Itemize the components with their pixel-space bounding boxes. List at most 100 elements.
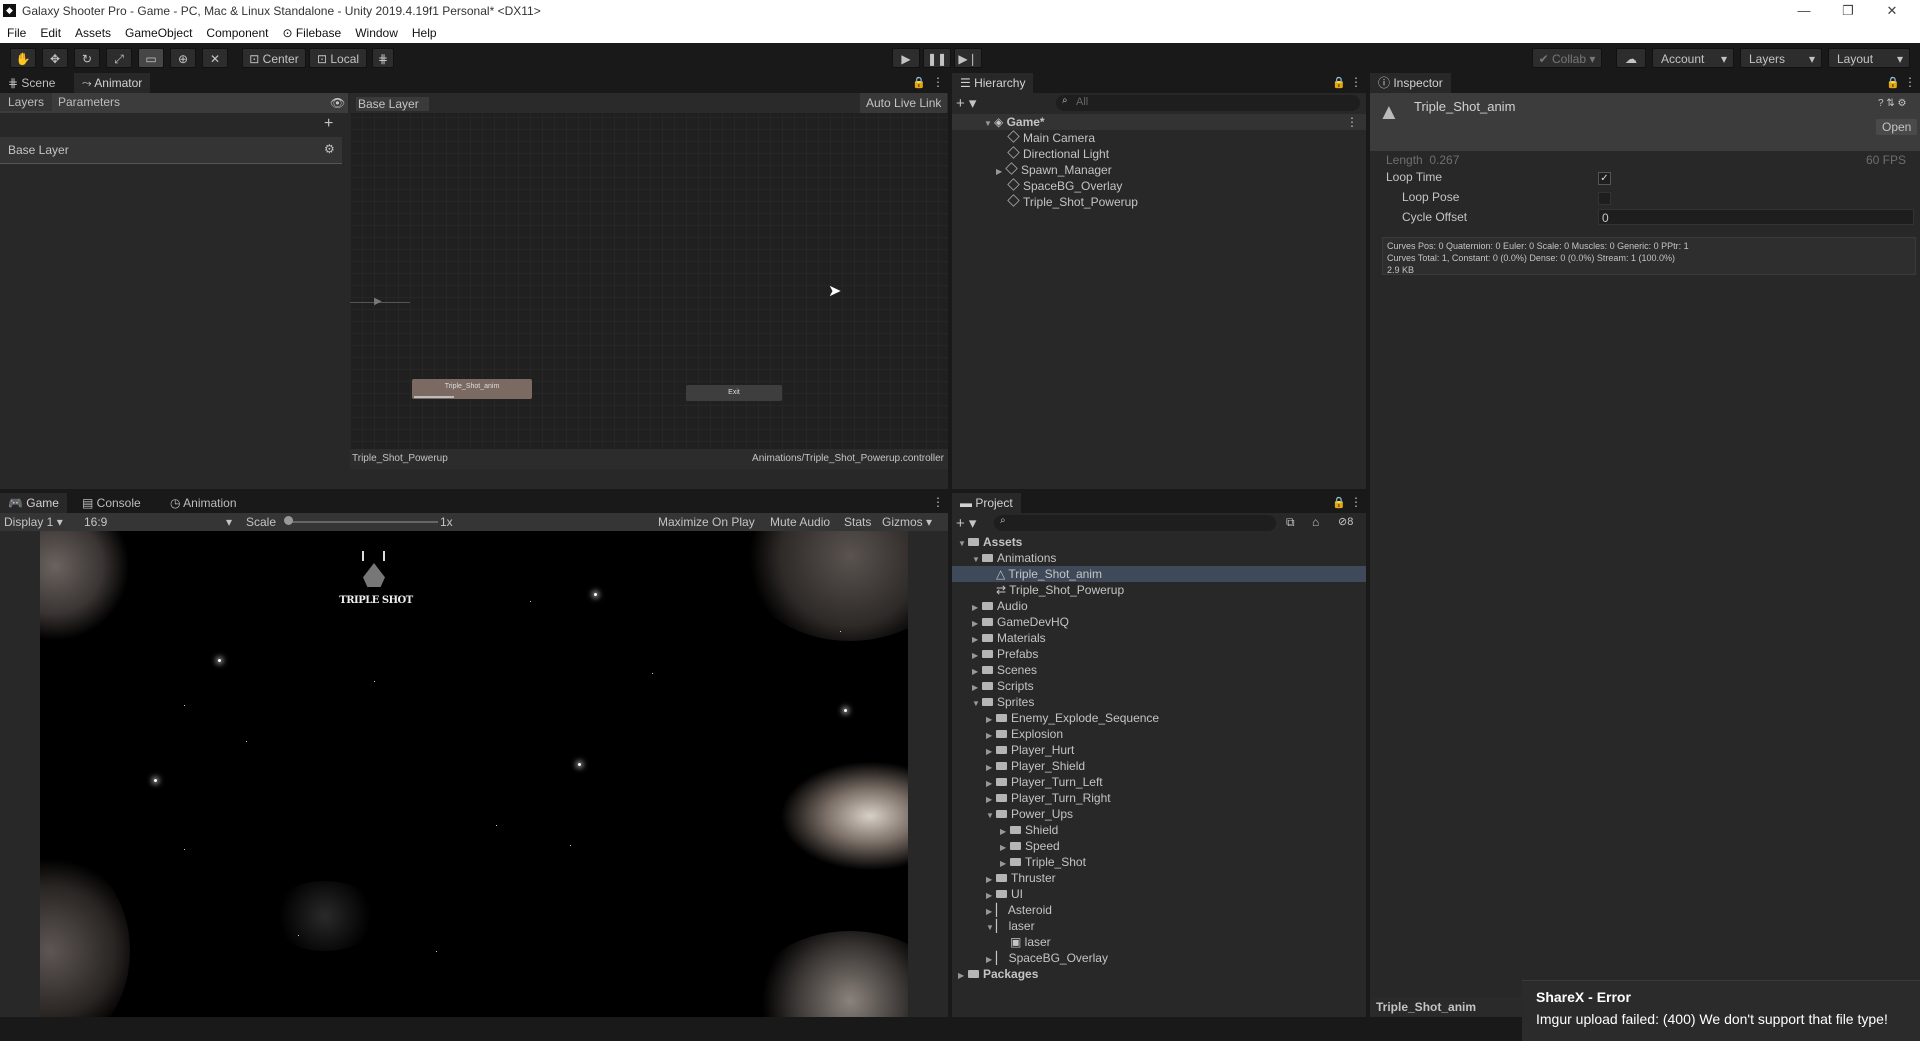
expand-arrow-icon[interactable]: ▼: [972, 552, 982, 568]
more-options-icon[interactable]: ⋮: [932, 75, 944, 89]
hidden-packages-badge[interactable]: ⊘8: [1338, 515, 1353, 528]
project-item[interactable]: ▶ Player_Turn_Left: [952, 774, 1366, 790]
project-item[interactable]: ▼ Sprites: [952, 694, 1366, 710]
loop-time-checkbox[interactable]: ✓: [1598, 172, 1611, 185]
search-input[interactable]: ⌕ All: [1056, 95, 1360, 111]
auto-live-link-button[interactable]: Auto Live Link: [860, 93, 948, 113]
mute-audio-toggle[interactable]: Mute Audio: [770, 515, 830, 529]
project-item[interactable]: ▶ Triple_Shot: [952, 854, 1366, 870]
pivot-center-toggle[interactable]: ⊡ Center: [242, 48, 306, 68]
project-item[interactable]: ▶ Enemy_Explode_Sequence: [952, 710, 1366, 726]
gizmos-dropdown[interactable]: Gizmos ▾: [882, 515, 932, 529]
expand-arrow-icon[interactable]: ▼: [972, 696, 982, 712]
expand-arrow-icon[interactable]: ▼: [986, 920, 996, 936]
stats-toggle[interactable]: Stats: [844, 515, 871, 529]
restore-button[interactable]: ❐: [1828, 2, 1868, 20]
project-item[interactable]: ▶ Player_Shield: [952, 758, 1366, 774]
project-item[interactable]: ▼ Assets: [952, 534, 1366, 550]
more-options-icon[interactable]: ⋮: [1350, 75, 1362, 89]
grid-snap-icon[interactable]: ⋕: [372, 48, 394, 68]
project-item[interactable]: ▶ Prefabs: [952, 646, 1366, 662]
menu-edit[interactable]: Edit: [33, 22, 68, 40]
project-item[interactable]: ▶ GameDevHQ: [952, 614, 1366, 630]
loop-pose-checkbox[interactable]: [1598, 192, 1611, 205]
breadcrumb[interactable]: Base Layer: [356, 97, 429, 111]
scale-tool-icon[interactable]: ⤢: [106, 48, 132, 68]
lock-icon[interactable]: 🔒: [1332, 76, 1346, 89]
search-by-type-icon[interactable]: ⧉: [1286, 515, 1295, 530]
create-asset-button[interactable]: + ▾: [956, 514, 976, 532]
hierarchy-item[interactable]: ▶ Spawn_Manager: [952, 162, 1366, 178]
project-item[interactable]: ▶ UI: [952, 886, 1366, 902]
layout-dropdown[interactable]: Layout ▾: [1828, 48, 1910, 68]
hierarchy-item[interactable]: Triple_Shot_Powerup: [952, 194, 1366, 210]
minimize-button[interactable]: —: [1784, 2, 1824, 20]
open-button[interactable]: Open: [1876, 119, 1918, 135]
menu-component[interactable]: Component: [199, 22, 275, 40]
menu-filebase[interactable]: ⊙ Filebase: [275, 22, 348, 40]
search-input[interactable]: ⌕: [994, 515, 1276, 531]
project-item[interactable]: ▶ Scenes: [952, 662, 1366, 678]
project-item[interactable]: ▶ Explosion: [952, 726, 1366, 742]
tab-inspector[interactable]: ⓘ Inspector: [1370, 73, 1451, 93]
project-item[interactable]: ▣ laser: [952, 934, 1366, 950]
menu-gameobject[interactable]: GameObject: [118, 22, 199, 40]
animator-graph[interactable]: Base Layer Auto Live Link ▶ Triple_Shot_…: [350, 93, 948, 469]
tab-hierarchy[interactable]: ☰ Hierarchy: [952, 73, 1034, 93]
custom-tool-icon[interactable]: ✕: [202, 48, 228, 68]
lock-icon[interactable]: 🔒: [1332, 496, 1346, 509]
display-dropdown[interactable]: Display 1 ▾: [4, 515, 63, 529]
account-dropdown[interactable]: Account ▾: [1652, 48, 1734, 68]
project-item[interactable]: ▶ Scripts: [952, 678, 1366, 694]
tab-animator[interactable]: ⤳ Animator: [74, 73, 151, 93]
project-item[interactable]: ▶ ▏ SpaceBG_Overlay: [952, 950, 1366, 966]
more-options-icon[interactable]: ⋮: [932, 495, 944, 509]
scale-slider[interactable]: [288, 521, 438, 523]
project-item[interactable]: △ Triple_Shot_anim: [952, 566, 1366, 582]
layers-dropdown[interactable]: Layers ▾: [1740, 48, 1822, 68]
hierarchy-item[interactable]: SpaceBG_Overlay: [952, 178, 1366, 194]
more-options-icon[interactable]: ⋮: [1346, 114, 1358, 130]
project-item[interactable]: ▶ Audio: [952, 598, 1366, 614]
project-item[interactable]: ▼ Power_Ups: [952, 806, 1366, 822]
project-item[interactable]: ▶ Speed: [952, 838, 1366, 854]
exit-node[interactable]: Exit: [686, 385, 782, 401]
state-node-triple-shot[interactable]: Triple_Shot_anim: [412, 379, 532, 399]
collab-dropdown[interactable]: ✔ Collab ▾: [1532, 48, 1602, 68]
eye-icon[interactable]: 👁: [330, 96, 345, 110]
project-item[interactable]: ▶ Materials: [952, 630, 1366, 646]
menu-file[interactable]: File: [0, 22, 33, 40]
transform-tool-icon[interactable]: ⊕: [170, 48, 196, 68]
project-item[interactable]: ▶ Packages: [952, 966, 1366, 982]
rect-tool-icon[interactable]: ▭: [138, 48, 164, 68]
project-item[interactable]: ▶ ▏ Asteroid: [952, 902, 1366, 918]
menu-window[interactable]: Window: [348, 22, 405, 40]
aspect-dropdown[interactable]: 16:9 ▾: [84, 515, 234, 529]
tab-parameters[interactable]: Parameters: [50, 93, 128, 111]
more-options-icon[interactable]: ⋮: [1350, 495, 1362, 509]
menu-help[interactable]: Help: [405, 22, 444, 40]
move-tool-icon[interactable]: ✥: [42, 48, 68, 68]
rotate-tool-icon[interactable]: ↻: [74, 48, 100, 68]
expand-arrow-icon[interactable]: ▼: [958, 536, 968, 552]
pivot-local-toggle[interactable]: ⊡ Local: [309, 48, 367, 68]
hierarchy-item[interactable]: Directional Light: [952, 146, 1366, 162]
cycle-offset-input[interactable]: 0: [1598, 209, 1914, 225]
scale-slider-handle[interactable]: [284, 516, 293, 525]
project-item[interactable]: ▼ ▏ laser: [952, 918, 1366, 934]
hierarchy-item[interactable]: Main Camera: [952, 130, 1366, 146]
scene-root-row[interactable]: ▼ ◈ Game* ⋮: [952, 114, 1366, 130]
expand-arrow-icon[interactable]: ▶: [958, 968, 968, 984]
play-button[interactable]: ▶: [892, 48, 920, 68]
maximize-on-play-toggle[interactable]: Maximize On Play: [658, 515, 755, 529]
hand-tool-icon[interactable]: ✋: [10, 48, 36, 68]
tab-animation[interactable]: ◷ Animation: [162, 493, 245, 513]
expand-arrow-icon[interactable]: ▼: [986, 808, 996, 824]
tab-game[interactable]: 🎮 Game: [0, 493, 67, 513]
tab-project[interactable]: ▬ Project: [952, 493, 1021, 513]
project-item[interactable]: ▶ Shield: [952, 822, 1366, 838]
cloud-icon[interactable]: ☁: [1616, 48, 1646, 68]
tab-console[interactable]: ▤ Console: [74, 493, 149, 513]
pause-button[interactable]: ❚❚: [923, 48, 951, 68]
tab-scene[interactable]: ⋕ Scene: [0, 73, 63, 93]
